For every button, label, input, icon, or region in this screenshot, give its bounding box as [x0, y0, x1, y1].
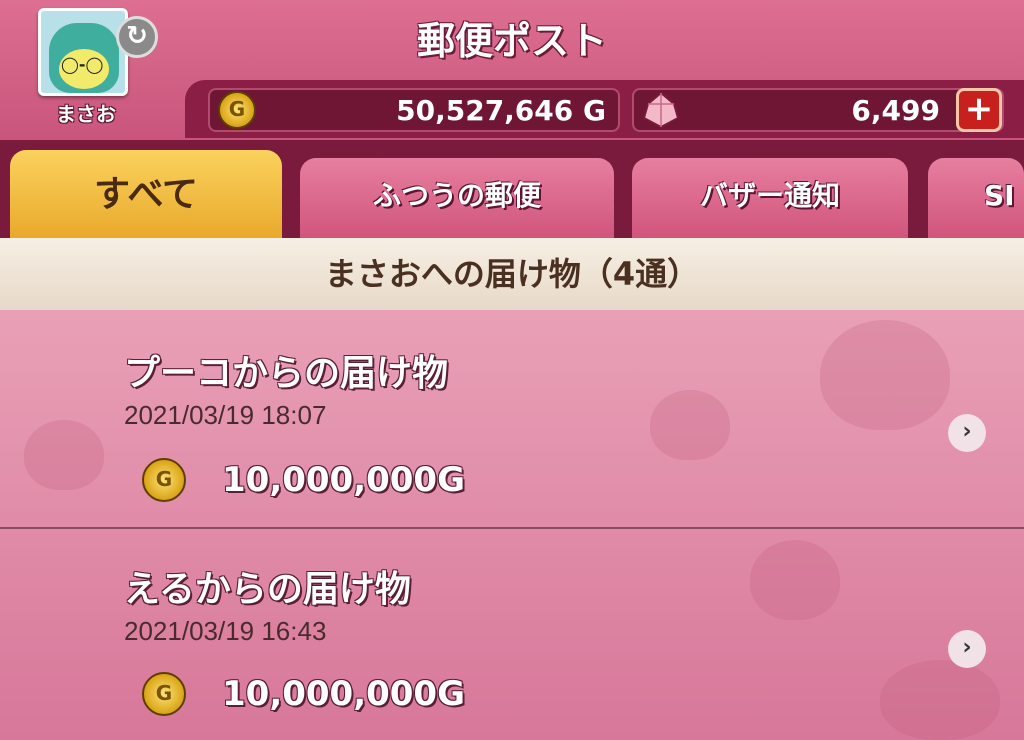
mail-title: えるからの届け物 [124, 569, 411, 610]
mail-title: プーコからの届け物 [124, 353, 449, 394]
mail-date: 2021/03/19 18:07 [124, 400, 327, 430]
gem-value: 6,499 [851, 94, 940, 127]
plus-button[interactable]: + [956, 88, 1002, 132]
list-item[interactable]: えるからの届け物 2021/03/19 16:43 G 10,000,000G … [0, 530, 1024, 740]
divider [0, 527, 1024, 529]
avatar-glasses: ◯-◯ [61, 55, 104, 74]
mail-amount: 10,000,000G [222, 460, 465, 500]
refresh-icon[interactable]: ↻ [116, 16, 158, 58]
mail-amount: 10,000,000G [222, 674, 465, 714]
gold-coin-icon: G [218, 91, 256, 129]
tab-normal-mail[interactable]: ふつうの郵便 [300, 158, 614, 238]
mail-date: 2021/03/19 16:43 [124, 616, 327, 646]
tab-all[interactable]: すべて [10, 150, 282, 238]
mail-count-header: まさおへの届け物（4通） [0, 238, 1024, 310]
avatar[interactable]: ◯-◯ [38, 8, 128, 96]
list-item[interactable]: プーコからの届け物 2021/03/19 18:07 G 10,000,000G… [0, 310, 1024, 528]
user-name: まさお [56, 102, 116, 126]
gold-value: 50,527,646 G [396, 94, 606, 127]
gold-coin-icon: G [142, 458, 186, 502]
chevron-right-icon[interactable]: › [948, 630, 986, 668]
gem-icon [642, 91, 680, 129]
tab-bazaar[interactable]: バザー通知 [632, 158, 908, 238]
gold-coin-icon: G [142, 672, 186, 716]
tab-si[interactable]: SI [928, 158, 1024, 238]
chevron-right-icon[interactable]: › [948, 414, 986, 452]
